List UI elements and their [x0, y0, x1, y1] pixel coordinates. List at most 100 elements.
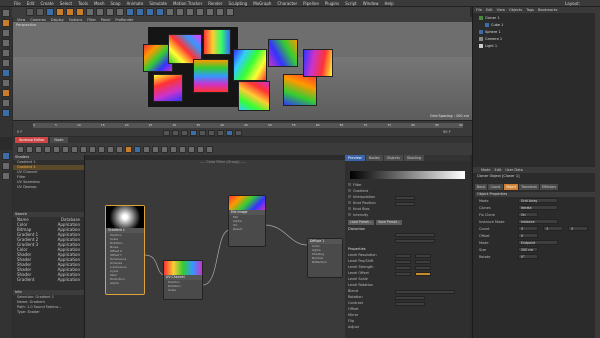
attr-value[interactable]: Instance — [518, 219, 558, 224]
attr-field[interactable] — [415, 266, 431, 270]
color-filter-icon[interactable] — [125, 145, 132, 153]
menu-edit[interactable]: Edit — [27, 1, 35, 6]
am-menu-edit[interactable]: Edit — [495, 168, 502, 172]
node-port[interactable]: Scale — [164, 288, 202, 292]
previous-frame-icon[interactable] — [181, 130, 188, 136]
attr-field[interactable] — [395, 272, 411, 276]
undo-icon[interactable] — [26, 8, 34, 16]
fit-icon[interactable] — [71, 145, 78, 153]
axis-mode-icon[interactable] — [2, 69, 10, 77]
menu-mograph[interactable]: MoGraph — [253, 1, 271, 6]
menu-script[interactable]: Script — [345, 1, 357, 6]
node-port[interactable]: Result — [229, 227, 265, 231]
menu-pipeline[interactable]: Pipeline — [303, 1, 319, 6]
node-port[interactable]: Reflection — [308, 260, 342, 264]
bodypaint-icon[interactable] — [2, 162, 10, 170]
math-node-icon[interactable] — [179, 145, 186, 153]
node-canvas[interactable]: Gradient 1 Position Scale Rotation Noise… — [85, 160, 345, 338]
am-menu-user-data[interactable]: User Data — [505, 168, 522, 172]
attr-field[interactable] — [415, 260, 431, 264]
menu-tools[interactable]: Tools — [78, 1, 88, 6]
cube-primitive-icon[interactable] — [156, 8, 164, 16]
spline-pen-icon[interactable] — [166, 8, 174, 16]
preview-toggle-icon[interactable] — [116, 145, 123, 153]
redo-icon[interactable] — [36, 8, 44, 16]
diffuse-node[interactable]: Diffuse 1 Color Alpha Shading Normal Ref… — [307, 238, 343, 278]
solo-icon[interactable] — [2, 109, 10, 117]
layout-icon[interactable] — [89, 145, 96, 153]
solo-node-icon[interactable] — [98, 145, 105, 153]
menu-simulate[interactable]: Simulate — [149, 1, 167, 6]
camera-icon[interactable] — [216, 8, 224, 16]
checkbox[interactable] — [348, 201, 351, 204]
render-view-icon[interactable] — [126, 8, 134, 16]
bypass-icon[interactable] — [107, 145, 114, 153]
tab-basic[interactable]: Basic — [475, 184, 488, 190]
object-row[interactable]: Light 1 — [479, 44, 497, 48]
properties-section[interactable]: Properties — [348, 247, 366, 251]
gradient-node-icon[interactable] — [143, 145, 150, 153]
points-mode-icon[interactable] — [2, 39, 10, 47]
blend-icon[interactable] — [134, 145, 141, 153]
viewport-menu-options[interactable]: Options — [69, 18, 83, 22]
viewport-menu-cameras[interactable]: Cameras — [30, 18, 46, 22]
attr-value[interactable]: 3 — [543, 226, 563, 231]
attr-value[interactable]: 3 — [518, 226, 538, 231]
group-icon[interactable] — [35, 145, 42, 153]
checkbox[interactable] — [348, 183, 351, 186]
timeline-icon[interactable] — [2, 172, 10, 180]
end-frame-field[interactable]: 90 F — [443, 130, 451, 134]
previous-key-icon[interactable] — [172, 130, 179, 136]
uv-channel-node[interactable]: UV Channel Position Rotation Scale — [163, 260, 203, 300]
xpresso-icon[interactable] — [2, 152, 10, 160]
attr-field[interactable] — [415, 272, 431, 276]
attr-field[interactable] — [395, 302, 425, 306]
distortion-section[interactable]: Distortion — [348, 227, 365, 231]
array-icon[interactable] — [186, 8, 194, 16]
checkbox[interactable] — [348, 213, 351, 216]
checkbox[interactable] — [348, 189, 351, 192]
viewport-menu-view[interactable]: View — [17, 18, 25, 22]
gradient-node[interactable]: Gradient 1 Position Scale Rotation Noise… — [105, 205, 145, 295]
snap-icon[interactable] — [2, 89, 10, 97]
delete-node-icon[interactable] — [26, 145, 33, 153]
attr-value[interactable]: Iterate — [518, 205, 558, 210]
attr-value[interactable]: Endpoint — [518, 240, 558, 245]
settings-icon[interactable] — [206, 145, 213, 153]
menu-mesh[interactable]: Mesh — [94, 1, 105, 6]
edges-mode-icon[interactable] — [2, 49, 10, 57]
viewport-menu-prorender[interactable]: ProRender — [115, 18, 133, 22]
zoom-out-icon[interactable] — [62, 145, 69, 153]
output-node-icon[interactable] — [197, 145, 204, 153]
attr-field[interactable] — [395, 254, 411, 258]
checkbox[interactable] — [348, 207, 351, 210]
menu-character[interactable]: Character — [277, 1, 297, 6]
go-to-start-icon[interactable] — [163, 130, 170, 136]
tab-transform[interactable]: Transform — [519, 184, 540, 190]
menu-sculpting[interactable]: Sculpting — [229, 1, 248, 6]
subdivision-icon[interactable] — [176, 8, 184, 16]
node-port[interactable]: Alpha — [106, 281, 144, 285]
ungroup-icon[interactable] — [44, 145, 51, 153]
move-icon[interactable] — [56, 8, 64, 16]
attr-field[interactable] — [395, 290, 455, 294]
deformer-icon[interactable] — [196, 8, 204, 16]
om-menu-bookmarks[interactable]: Bookmarks — [538, 8, 558, 12]
menu-window[interactable]: Window — [363, 1, 379, 6]
axis-x-icon[interactable] — [86, 8, 94, 16]
align-icon[interactable] — [80, 145, 87, 153]
tab-coord[interactable]: Coord. — [488, 184, 503, 190]
autokey-icon[interactable] — [235, 130, 242, 136]
model-mode-icon[interactable] — [2, 19, 10, 27]
attr-field[interactable] — [395, 296, 425, 300]
uv-node-icon[interactable] — [152, 145, 159, 153]
add-node-icon[interactable] — [17, 145, 24, 153]
om-menu-objects[interactable]: Objects — [509, 8, 522, 12]
om-menu-tags[interactable]: Tags — [526, 8, 534, 12]
menu-motion-tracker[interactable]: Motion Tracker — [173, 1, 202, 6]
object-row[interactable]: Cube 1 — [485, 23, 503, 27]
attr-field[interactable] — [395, 266, 411, 270]
attr-field[interactable] — [395, 202, 415, 206]
go-to-end-icon[interactable] — [217, 130, 224, 136]
axis-y-icon[interactable] — [96, 8, 104, 16]
